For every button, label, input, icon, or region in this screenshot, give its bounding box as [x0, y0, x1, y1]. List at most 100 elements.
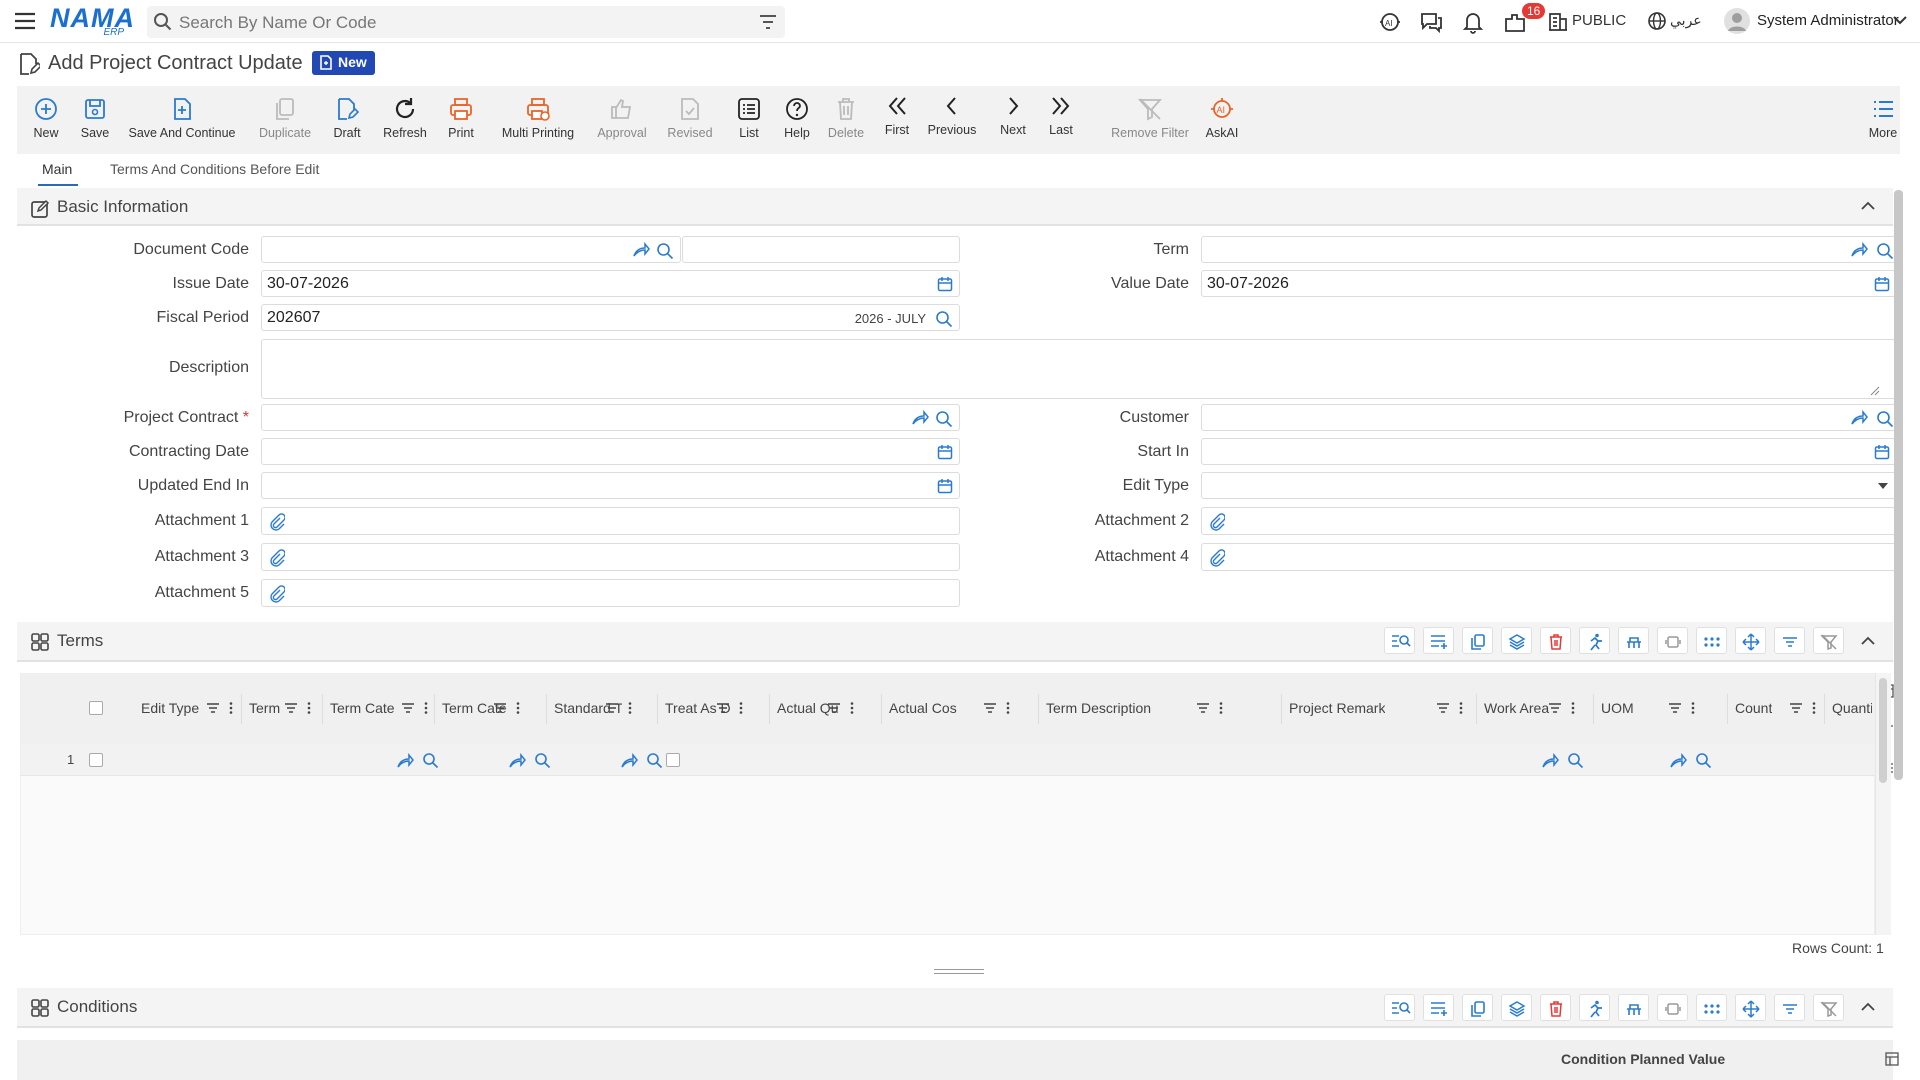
- lookup-search-icon[interactable]: [1876, 410, 1894, 428]
- column-divider[interactable]: [1038, 694, 1039, 724]
- column-filter-icon[interactable]: [1196, 701, 1226, 715]
- save-and-continue-button[interactable]: Save And Continue: [128, 86, 236, 154]
- column-filter-icon[interactable]: [401, 701, 431, 715]
- grid-dots-button[interactable]: [1696, 994, 1727, 1021]
- globe-icon[interactable]: [1647, 11, 1667, 31]
- remove-filter-button[interactable]: Remove Filter: [1110, 86, 1190, 154]
- calendar-icon[interactable]: [937, 276, 953, 292]
- updated-end-in-field[interactable]: [261, 472, 960, 499]
- hamburger-menu-icon[interactable]: [14, 12, 36, 30]
- share-arrow-icon[interactable]: [632, 242, 650, 258]
- refresh-button[interactable]: Refresh: [380, 86, 430, 154]
- approval-button[interactable]: Approval: [592, 86, 652, 154]
- column-filter-icon[interactable]: [983, 701, 1013, 715]
- column-header[interactable]: UOM: [1601, 700, 1634, 716]
- grid-layers-button[interactable]: [1501, 627, 1532, 654]
- column-filter-icon[interactable]: [493, 701, 523, 715]
- page-scrollbar[interactable]: [1894, 190, 1903, 780]
- chevron-up-icon[interactable]: [1861, 201, 1875, 211]
- user-name[interactable]: System Administrator: [1757, 12, 1899, 29]
- attachment-1-field[interactable]: [261, 507, 960, 535]
- company-label[interactable]: PUBLIC: [1572, 12, 1626, 29]
- last-button[interactable]: Last: [1041, 86, 1081, 154]
- grid-dots-button[interactable]: [1696, 627, 1727, 654]
- column-filter-icon[interactable]: [605, 701, 635, 715]
- new-button[interactable]: New: [26, 86, 66, 154]
- grid-scroll-thumb[interactable]: [1879, 678, 1887, 783]
- attachment-4-field[interactable]: [1201, 543, 1897, 571]
- conditions-header[interactable]: Conditions: [17, 988, 1893, 1028]
- grid-copy-button[interactable]: [1462, 994, 1493, 1021]
- grid-delete-button[interactable]: [1540, 994, 1571, 1021]
- column-header[interactable]: Actual Cos: [889, 700, 957, 716]
- column-header[interactable]: Term Description: [1046, 700, 1151, 716]
- ai-assistant-icon[interactable]: AI: [1378, 10, 1402, 34]
- paperclip-icon[interactable]: [269, 549, 285, 567]
- row-lookup-icon[interactable]: [396, 752, 442, 770]
- calendar-icon[interactable]: [1874, 276, 1890, 292]
- resize-handle-icon[interactable]: [1870, 386, 1880, 396]
- grid-add-row-button[interactable]: [1423, 994, 1454, 1021]
- draft-button[interactable]: Draft: [327, 86, 367, 154]
- first-button[interactable]: First: [877, 86, 917, 154]
- column-filter-icon[interactable]: [1548, 701, 1578, 715]
- document-code-field[interactable]: [261, 236, 681, 263]
- column-filter-icon[interactable]: [1436, 701, 1466, 715]
- grid-run-button[interactable]: [1579, 994, 1610, 1021]
- paperclip-icon[interactable]: [269, 513, 285, 531]
- grid-filter-button[interactable]: [1774, 994, 1805, 1021]
- grid-search-button[interactable]: [1384, 627, 1415, 654]
- chevron-down-icon[interactable]: [1893, 15, 1907, 25]
- more-button[interactable]: More: [1866, 86, 1900, 154]
- grid-table-button[interactable]: [1618, 627, 1649, 654]
- column-header[interactable]: Count: [1735, 700, 1772, 716]
- column-divider[interactable]: [769, 694, 770, 724]
- grid-remove-filter-button[interactable]: [1813, 627, 1844, 654]
- column-header[interactable]: Work Area: [1484, 700, 1549, 716]
- grid-delete-button[interactable]: [1540, 627, 1571, 654]
- column-header[interactable]: Term: [249, 700, 280, 716]
- select-all-checkbox[interactable]: [89, 701, 103, 715]
- multi-printing-button[interactable]: Multi Printing: [495, 86, 581, 154]
- grid-search-button[interactable]: [1384, 994, 1415, 1021]
- document-code-desc-field[interactable]: [682, 236, 960, 263]
- value-date-field[interactable]: 30-07-2026: [1201, 270, 1897, 297]
- calendar-icon[interactable]: [937, 478, 953, 494]
- chevron-up-icon[interactable]: [1861, 1002, 1875, 1012]
- share-arrow-icon[interactable]: [911, 410, 929, 426]
- paperclip-icon[interactable]: [269, 585, 285, 603]
- basic-information-header[interactable]: Basic Information: [17, 188, 1893, 226]
- customer-field[interactable]: [1201, 404, 1897, 431]
- column-filter-icon[interactable]: [1789, 701, 1819, 715]
- lookup-search-icon[interactable]: [935, 310, 953, 328]
- column-filter-icon[interactable]: [827, 701, 857, 715]
- terms-header[interactable]: Terms: [17, 622, 1893, 662]
- grid-copy-button[interactable]: [1462, 627, 1493, 654]
- app-logo[interactable]: NAMA ERP: [50, 5, 134, 39]
- next-button[interactable]: Next: [993, 86, 1033, 154]
- row-lookup-icon[interactable]: [1541, 752, 1587, 770]
- column-chooser-icon[interactable]: [1885, 1052, 1899, 1066]
- column-divider[interactable]: [322, 694, 323, 724]
- chevron-up-icon[interactable]: [1861, 636, 1875, 646]
- attachment-5-field[interactable]: [261, 579, 960, 607]
- tab-main[interactable]: Main: [42, 161, 72, 177]
- grid-expand-button[interactable]: [1657, 627, 1688, 654]
- grid-add-row-button[interactable]: [1423, 627, 1454, 654]
- issue-date-field[interactable]: 30-07-2026: [261, 270, 960, 297]
- column-divider[interactable]: [241, 694, 242, 724]
- grid-layers-button[interactable]: [1501, 994, 1532, 1021]
- revised-button[interactable]: Revised: [665, 86, 715, 154]
- search-input[interactable]: Search By Name Or Code: [179, 13, 376, 33]
- column-header[interactable]: Project Remark: [1289, 700, 1385, 716]
- avatar[interactable]: [1724, 8, 1750, 34]
- column-divider[interactable]: [1476, 694, 1477, 724]
- column-header[interactable]: Edit Type: [141, 700, 199, 716]
- grid-move-button[interactable]: [1735, 994, 1766, 1021]
- grid-run-button[interactable]: [1579, 627, 1610, 654]
- column-filter-icon[interactable]: [284, 701, 314, 715]
- lookup-search-icon[interactable]: [935, 410, 953, 428]
- help-button[interactable]: Help: [777, 86, 817, 154]
- contracting-date-field[interactable]: [261, 438, 960, 465]
- previous-button[interactable]: Previous: [922, 86, 982, 154]
